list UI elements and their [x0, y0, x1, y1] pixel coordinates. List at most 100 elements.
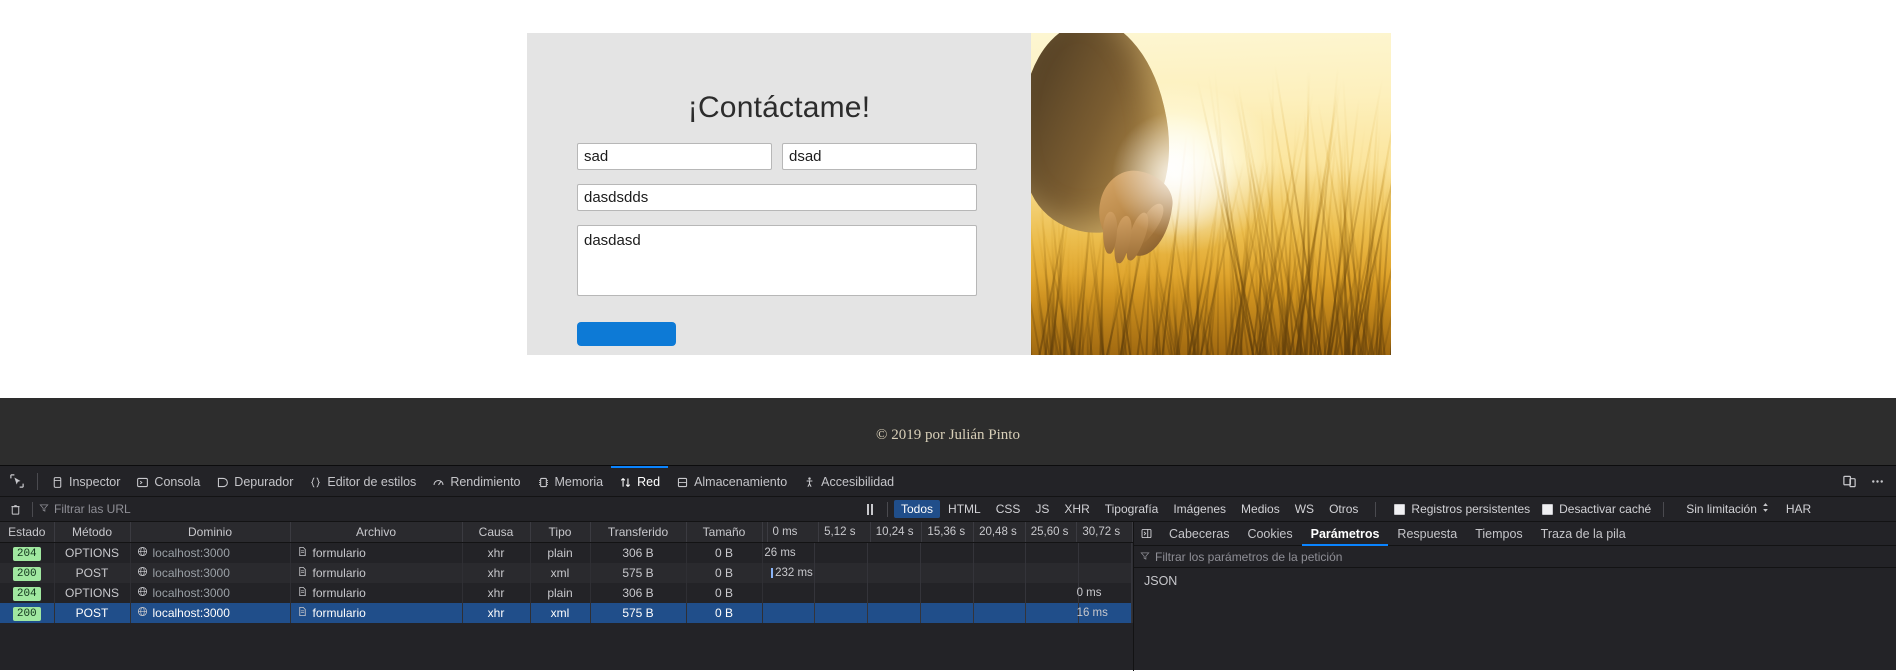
network-rows: 204 OPTIONS localhost:3000 formulario xhr pla…: [0, 542, 1133, 623]
site-footer: © 2019 por Julián Pinto: [0, 398, 1896, 465]
col-dominio[interactable]: Dominio: [130, 522, 291, 543]
tab-label: Memoria: [554, 475, 604, 489]
details-tab-cookies[interactable]: Cookies: [1238, 522, 1301, 546]
cell-file: formulario: [290, 542, 463, 563]
tab-label: Red: [637, 475, 661, 489]
col-transferido[interactable]: Transferido: [590, 522, 687, 543]
submit-button[interactable]: [577, 322, 676, 346]
filterbar-divider-4: [1663, 501, 1665, 517]
persist-logs-checkbox[interactable]: Registros persistentes: [1394, 502, 1530, 516]
tab-memory[interactable]: Memoria: [529, 466, 612, 497]
filter-xhr[interactable]: XHR: [1057, 500, 1096, 518]
meatball-menu-icon[interactable]: [1864, 468, 1890, 494]
tab-style-editor[interactable]: Editor de estilos: [301, 466, 424, 497]
tab-label: Accesibilidad: [821, 475, 895, 489]
filter-medios[interactable]: Medios: [1234, 500, 1287, 518]
page-title: ¡Contáctame!: [687, 91, 871, 124]
cell-status: 200: [0, 602, 55, 623]
message-row: dasdasd: [577, 211, 981, 301]
cell-method: OPTIONS: [54, 542, 131, 563]
cell-domain: localhost:3000: [130, 562, 291, 583]
filter-ws[interactable]: WS: [1288, 500, 1321, 518]
col-tamano[interactable]: Tamaño: [686, 522, 763, 543]
subject-input[interactable]: [577, 184, 977, 211]
cell-size: 0 B: [686, 562, 763, 583]
timing-label: 0 ms: [1076, 586, 1102, 599]
cell-domain: localhost:3000: [130, 582, 291, 603]
copyright-text: © 2019 por Julián Pinto: [876, 427, 1020, 443]
har-button[interactable]: HAR: [1786, 502, 1811, 516]
filter-css[interactable]: CSS: [989, 500, 1028, 518]
tab-inspector[interactable]: Inspector: [43, 466, 128, 497]
checkbox-box: [1394, 503, 1406, 515]
table-row[interactable]: 200 POST localhost:3000 formulario xhr xml 575…: [0, 562, 1133, 583]
tab-performance[interactable]: Rendimiento: [424, 466, 528, 497]
disable-cache-checkbox[interactable]: Desactivar caché: [1542, 502, 1651, 516]
tab-console[interactable]: Consola: [128, 466, 208, 497]
tab-network[interactable]: Red: [611, 465, 669, 497]
tab-storage[interactable]: Almacenamiento: [668, 466, 795, 497]
table-row[interactable]: 204 OPTIONS localhost:3000 formulario xhr pla…: [0, 542, 1133, 563]
details-tab-respuesta[interactable]: Respuesta: [1388, 522, 1466, 546]
details-tab-tiempos[interactable]: Tiempos: [1466, 522, 1531, 546]
devtools-toolbar-actions: [1836, 468, 1896, 494]
params-filter-input[interactable]: Filtrar los parámetros de la petición: [1134, 546, 1896, 568]
timing-label: 26 ms: [764, 547, 796, 559]
globe-icon: [137, 546, 148, 560]
timing-label: 16 ms: [1076, 606, 1108, 619]
domain-text: localhost:3000: [152, 585, 230, 600]
website-preview: ¡Contáctame! dasdasd: [0, 0, 1896, 465]
filter-html[interactable]: HTML: [941, 500, 988, 518]
filter-tipografia[interactable]: Tipografía: [1098, 500, 1166, 518]
cell-timeline: 0 ms: [762, 582, 1133, 603]
pause-icon[interactable]: [859, 503, 881, 515]
col-estado[interactable]: Estado: [0, 522, 55, 543]
contact-section: ¡Contáctame! dasdasd: [527, 33, 1391, 355]
table-row[interactable]: 204 OPTIONS localhost:3000 formulario xhr pla…: [0, 582, 1133, 603]
table-row[interactable]: 200 POST localhost:3000 formulario xhr xml 575…: [0, 602, 1133, 623]
filter-todos[interactable]: Todos: [894, 500, 941, 518]
cell-domain: localhost:3000: [130, 542, 291, 563]
details-tab-parametros[interactable]: Parámetros: [1301, 522, 1389, 546]
filterbar-divider-3: [1375, 501, 1377, 517]
col-metodo[interactable]: Método: [54, 522, 131, 543]
disable-cache-label: Desactivar caché: [1559, 502, 1652, 516]
tab-debugger[interactable]: Depurador: [208, 466, 301, 497]
details-tab-traza[interactable]: Traza de la pila: [1532, 522, 1635, 546]
url-filter-input[interactable]: Filtrar las URL: [39, 502, 859, 516]
element-picker-button[interactable]: [4, 468, 30, 494]
responsive-design-mode-icon[interactable]: [1836, 468, 1862, 494]
status-badge: 204: [12, 546, 41, 561]
cell-type: plain: [530, 582, 591, 603]
timeline-grid: [763, 562, 1132, 583]
timing-marker: [770, 567, 773, 578]
first-name-input[interactable]: [577, 143, 772, 170]
filter-js[interactable]: JS: [1028, 500, 1056, 518]
resource-type-filters: Todos HTML CSS JS XHR Tipografía Imágene…: [894, 500, 1365, 518]
last-name-input[interactable]: [782, 143, 977, 170]
tab-label: Almacenamiento: [694, 475, 788, 489]
col-causa[interactable]: Causa: [462, 522, 531, 543]
panel-toggle-icon[interactable]: [1136, 524, 1156, 544]
details-tab-cabeceras[interactable]: Cabeceras: [1160, 522, 1238, 546]
col-tipo[interactable]: Tipo: [530, 522, 591, 543]
debugger-icon: [216, 476, 229, 489]
file-text: formulario: [312, 545, 366, 560]
throttling-label: Sin limitación: [1686, 502, 1757, 516]
trash-icon[interactable]: [4, 499, 26, 520]
filter-otros[interactable]: Otros: [1322, 500, 1365, 518]
message-textarea[interactable]: dasdasd: [577, 225, 977, 296]
col-archivo[interactable]: Archivo: [290, 522, 463, 543]
col-timeline[interactable]: 0 ms 5,12 s 10,24 s 15,36 s 20,48 s 25,60 s 30…: [762, 522, 1133, 543]
throttling-dropdown[interactable]: Sin limitación: [1686, 502, 1770, 516]
cell-file: formulario: [290, 562, 463, 583]
cell-method: OPTIONS: [54, 582, 131, 603]
cell-size: 0 B: [686, 542, 763, 563]
request-details-panel: Cabeceras Cookies Parámetros Respuesta T…: [1134, 522, 1896, 671]
file-icon: [297, 586, 308, 600]
cell-domain: localhost:3000: [130, 602, 291, 623]
persist-logs-label: Registros persistentes: [1411, 502, 1531, 516]
filter-imagenes[interactable]: Imágenes: [1166, 500, 1233, 518]
style-editor-icon: [309, 476, 322, 489]
tab-accessibility[interactable]: Accesibilidad: [795, 466, 902, 497]
